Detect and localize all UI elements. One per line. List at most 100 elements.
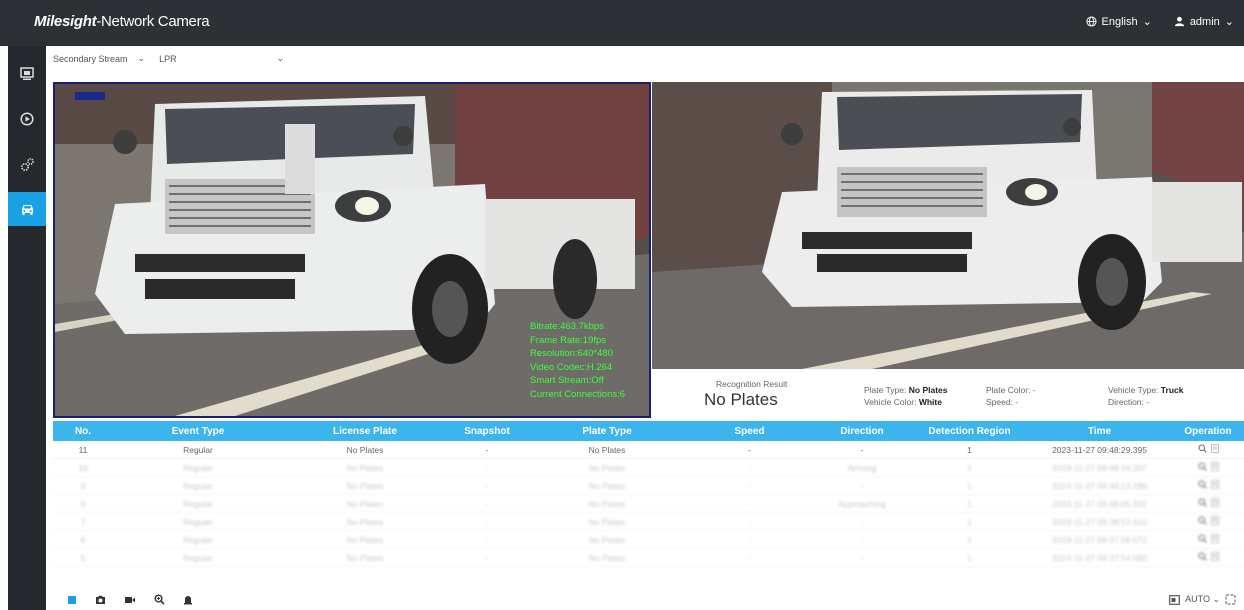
row-plate-type: No Plates [588,552,626,563]
stream-toolbar: Secondary Stream ⌄ LPR ⌄ [53,53,284,64]
search-icon[interactable] [1197,480,1207,489]
sidebar-item-playback[interactable] [8,102,46,136]
details-icon[interactable] [1210,552,1219,561]
plate-color-label: Plate Color: [986,385,1031,395]
table-row[interactable]: 10 Regular No Plates - No Plates - Arriving 1 20… [53,459,1244,477]
display-mode-select[interactable]: AUTO ⌄ [1185,594,1220,605]
details-icon[interactable] [1210,516,1219,525]
row-snapshot: - [485,516,489,527]
speed-field: Speed: - [986,397,1018,407]
snapshot-camera-icon[interactable] [95,595,106,605]
row-detection-region: 1 [967,498,972,509]
user-name: admin [1189,15,1220,28]
zoom-icon[interactable] [154,594,165,605]
details-icon[interactable] [1210,444,1219,453]
mode-select[interactable]: LPR ⌄ [159,53,284,64]
row-operation [1172,534,1244,545]
table-row[interactable]: 6 Regular No Plates - No Plates - - 1 2023-11-27… [53,531,1244,549]
row-event-type: Regular [183,480,213,491]
sidebar-item-vehicle[interactable] [8,192,46,226]
chevron-down-icon: ⌄ [1142,16,1152,28]
stream-select[interactable]: Secondary Stream ⌄ [53,53,145,64]
row-time: 2023-11-27 09:48:05.332 [1052,498,1147,509]
vehicle-type-label: Vehicle Type: [1108,385,1159,395]
column-header-direction: Direction [840,425,884,437]
language-selector[interactable]: English ⌄ [1085,15,1152,28]
search-icon[interactable] [1197,516,1207,525]
row-snapshot: - [485,552,489,563]
osd-bitrate: Bitrate:463.7kbps [530,321,604,332]
row-direction: - [860,534,864,545]
chevron-down-icon: ⌄ [1224,16,1234,28]
osd-frame-rate: Frame Rate:19fps [530,334,607,346]
column-header-no: No. [74,425,92,437]
row-license-plate: No Plates [346,552,384,563]
direction-value: - [1146,397,1150,407]
row-event-type: Regular [183,462,213,473]
speed-value: - [1015,397,1019,407]
row-detection-region: 1 [967,516,972,527]
row-license-plate: No Plates [346,444,384,455]
speed-label: Speed: [986,397,1013,407]
search-icon[interactable] [1197,534,1207,543]
row-snapshot: - [485,498,489,509]
row-event-type: Regular [183,498,213,509]
sidebar-item-live-view[interactable] [8,57,46,91]
search-icon[interactable] [1197,552,1207,561]
column-header-detection-region: Detection Region [928,425,1011,437]
row-operation [1172,498,1244,509]
alarm-icon[interactable] [183,594,193,605]
vehicle-type-field: Vehicle Type: Truck [1108,385,1183,395]
table-row[interactable]: 11 Regular No Plates - No Plates - - 1 2023-11-2… [53,441,1244,459]
table-row[interactable]: 5 Regular No Plates - No Plates - - 1 2023-11-27… [53,549,1244,567]
row-event-type: Regular [183,516,213,527]
table-row[interactable]: 8 Regular No Plates - No Plates - Approaching 1… [53,495,1244,513]
table-row[interactable]: 7 Regular No Plates - No Plates - - 1 2023-11-27… [53,513,1244,531]
table-row[interactable]: 9 Regular No Plates - No Plates - - 1 2023-11-27… [53,477,1244,495]
play-circle-icon [20,112,34,126]
row-snapshot: - [485,480,489,491]
row-operation [1172,462,1244,473]
row-snapshot: - [485,534,489,545]
row-time: 2023-11-27 09:48:29.395 [1052,444,1147,455]
user-menu[interactable]: admin ⌄ [1174,15,1234,28]
search-icon[interactable] [1197,498,1207,507]
row-no: 6 [80,534,86,545]
stop-icon[interactable] [67,595,77,605]
plate-type-label: Plate Type: [864,385,907,395]
row-plate-type: No Plates [588,534,626,545]
search-icon[interactable] [1197,444,1207,453]
row-no: 7 [80,516,86,527]
search-icon[interactable] [1197,462,1207,471]
details-icon[interactable] [1210,462,1219,471]
plate-color-value: - [1032,385,1036,395]
row-time: 2023-11-27 09:37:54.090 [1052,552,1147,563]
row-direction: - [860,516,864,527]
column-header-event-type: Event Type [171,425,225,437]
row-license-plate: No Plates [346,480,384,491]
column-header-license-plate: License Plate [333,425,397,437]
row-event-type: Regular [183,534,213,545]
osd-connections: Current Connections:6 [530,388,626,400]
fullscreen-icon[interactable] [1225,594,1236,605]
direction-label: Direction: [1108,397,1144,407]
recognition-result-panel: Recognition Result No Plates Plate Type:… [652,369,1244,417]
globe-icon [1085,16,1097,27]
car-icon [21,204,33,215]
chevron-down-icon: ⌄ [137,53,146,63]
row-detection-region: 1 [967,534,972,545]
stream-label: Secondary Stream [53,53,128,64]
row-license-plate: No Plates [346,516,384,527]
row-speed: - [748,552,751,563]
live-video[interactable]: Bitrate:463.7kbps Frame Rate:19fps Resol… [53,82,651,418]
direction-field: Direction: - [1108,397,1149,407]
row-time: 2023-11-27 09:48:24.207 [1052,462,1147,473]
details-icon[interactable] [1210,534,1219,543]
details-icon[interactable] [1210,498,1219,507]
sidebar-item-settings[interactable] [8,147,46,181]
record-video-icon[interactable] [124,595,136,605]
row-speed: - [748,480,751,491]
details-icon[interactable] [1210,480,1219,489]
row-speed: - [748,462,751,473]
mode-label: LPR [159,53,177,64]
